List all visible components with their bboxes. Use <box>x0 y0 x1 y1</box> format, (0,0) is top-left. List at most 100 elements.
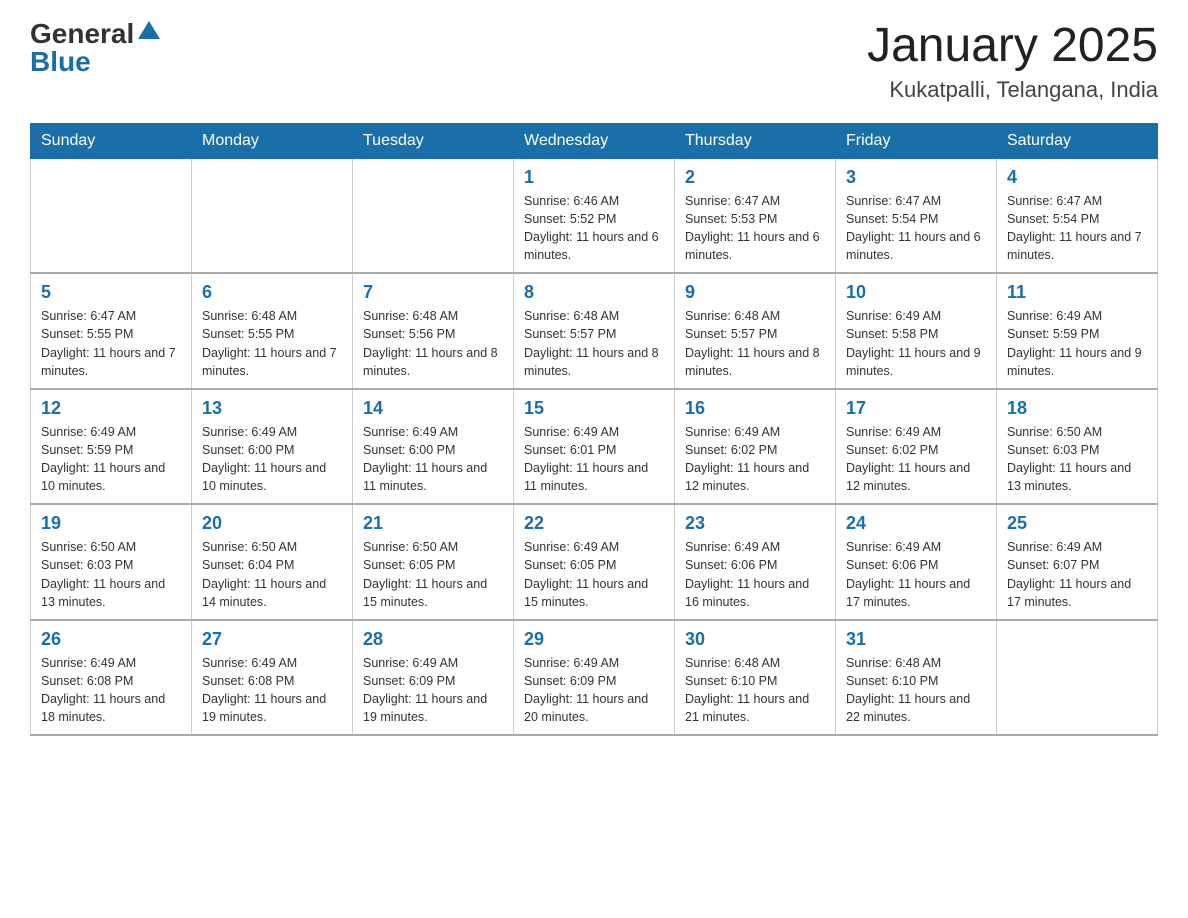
day-number: 8 <box>524 282 664 303</box>
calendar-cell: 4 Sunrise: 6:47 AM Sunset: 5:54 PM Daylig… <box>997 158 1158 273</box>
day-of-week-header: Thursday <box>675 123 836 158</box>
day-number: 25 <box>1007 513 1147 534</box>
calendar-cell <box>192 158 353 273</box>
title-block: January 2025 Kukatpalli, Telangana, Indi… <box>867 20 1158 103</box>
day-info: Sunrise: 6:49 AM Sunset: 5:59 PM Dayligh… <box>41 423 181 496</box>
day-info: Sunrise: 6:47 AM Sunset: 5:54 PM Dayligh… <box>1007 192 1147 265</box>
calendar-cell: 2 Sunrise: 6:47 AM Sunset: 5:53 PM Daylig… <box>675 158 836 273</box>
calendar-cell <box>353 158 514 273</box>
calendar-cell: 13 Sunrise: 6:49 AM Sunset: 6:00 PM Dayli… <box>192 389 353 505</box>
day-info: Sunrise: 6:48 AM Sunset: 6:10 PM Dayligh… <box>685 654 825 727</box>
day-number: 15 <box>524 398 664 419</box>
day-info: Sunrise: 6:49 AM Sunset: 6:07 PM Dayligh… <box>1007 538 1147 611</box>
day-number: 5 <box>41 282 181 303</box>
day-of-week-header: Saturday <box>997 123 1158 158</box>
day-info: Sunrise: 6:47 AM Sunset: 5:55 PM Dayligh… <box>41 307 181 380</box>
logo-general-text: General <box>30 20 134 48</box>
calendar-cell: 8 Sunrise: 6:48 AM Sunset: 5:57 PM Daylig… <box>514 273 675 389</box>
calendar-cell: 29Sunrise: 6:49 AM Sunset: 6:09 PM Dayli… <box>514 620 675 736</box>
day-number: 9 <box>685 282 825 303</box>
day-number: 30 <box>685 629 825 650</box>
calendar-cell: 6 Sunrise: 6:48 AM Sunset: 5:55 PM Daylig… <box>192 273 353 389</box>
calendar-cell: 19 Sunrise: 6:50 AM Sunset: 6:03 PM Dayli… <box>31 504 192 620</box>
day-number: 13 <box>202 398 342 419</box>
day-info: Sunrise: 6:49 AM Sunset: 6:09 PM Dayligh… <box>363 654 503 727</box>
day-info: Sunrise: 6:50 AM Sunset: 6:03 PM Dayligh… <box>41 538 181 611</box>
day-number: 12 <box>41 398 181 419</box>
day-of-week-header: Friday <box>836 123 997 158</box>
month-title: January 2025 <box>867 20 1158 73</box>
day-info: Sunrise: 6:46 AM Sunset: 5:52 PM Dayligh… <box>524 192 664 265</box>
day-number: 2 <box>685 167 825 188</box>
day-number: 7 <box>363 282 503 303</box>
day-info: Sunrise: 6:49 AM Sunset: 6:08 PM Dayligh… <box>41 654 181 727</box>
day-info: Sunrise: 6:49 AM Sunset: 6:01 PM Dayligh… <box>524 423 664 496</box>
calendar-cell: 18 Sunrise: 6:50 AM Sunset: 6:03 PM Dayli… <box>997 389 1158 505</box>
day-number: 4 <box>1007 167 1147 188</box>
day-of-week-header: Monday <box>192 123 353 158</box>
calendar-cell: 15 Sunrise: 6:49 AM Sunset: 6:01 PM Dayli… <box>514 389 675 505</box>
logo-blue-text: Blue <box>30 48 91 76</box>
day-number: 22 <box>524 513 664 534</box>
day-of-week-header: Tuesday <box>353 123 514 158</box>
calendar-cell: 12 Sunrise: 6:49 AM Sunset: 5:59 PM Dayli… <box>31 389 192 505</box>
calendar-cell: 5 Sunrise: 6:47 AM Sunset: 5:55 PM Daylig… <box>31 273 192 389</box>
day-info: Sunrise: 6:50 AM Sunset: 6:05 PM Dayligh… <box>363 538 503 611</box>
calendar-cell: 25 Sunrise: 6:49 AM Sunset: 6:07 PM Dayli… <box>997 504 1158 620</box>
day-number: 18 <box>1007 398 1147 419</box>
calendar-cell: 16 Sunrise: 6:49 AM Sunset: 6:02 PM Dayli… <box>675 389 836 505</box>
day-info: Sunrise: 6:49 AM Sunset: 6:05 PM Dayligh… <box>524 538 664 611</box>
calendar-cell: 21Sunrise: 6:50 AM Sunset: 6:05 PM Dayli… <box>353 504 514 620</box>
calendar-cell: 1 Sunrise: 6:46 AM Sunset: 5:52 PM Daylig… <box>514 158 675 273</box>
day-number: 31 <box>846 629 986 650</box>
calendar-cell: 17 Sunrise: 6:49 AM Sunset: 6:02 PM Dayli… <box>836 389 997 505</box>
day-number: 23 <box>685 513 825 534</box>
day-number: 24 <box>846 513 986 534</box>
day-info: Sunrise: 6:49 AM Sunset: 6:02 PM Dayligh… <box>685 423 825 496</box>
day-number: 19 <box>41 513 181 534</box>
location-title: Kukatpalli, Telangana, India <box>867 77 1158 103</box>
day-info: Sunrise: 6:49 AM Sunset: 6:02 PM Dayligh… <box>846 423 986 496</box>
calendar-cell: 11Sunrise: 6:49 AM Sunset: 5:59 PM Dayli… <box>997 273 1158 389</box>
day-info: Sunrise: 6:50 AM Sunset: 6:04 PM Dayligh… <box>202 538 342 611</box>
day-info: Sunrise: 6:47 AM Sunset: 5:53 PM Dayligh… <box>685 192 825 265</box>
day-info: Sunrise: 6:49 AM Sunset: 6:08 PM Dayligh… <box>202 654 342 727</box>
calendar-cell: 7 Sunrise: 6:48 AM Sunset: 5:56 PM Daylig… <box>353 273 514 389</box>
calendar-cell: 26 Sunrise: 6:49 AM Sunset: 6:08 PM Dayli… <box>31 620 192 736</box>
day-info: Sunrise: 6:49 AM Sunset: 6:00 PM Dayligh… <box>202 423 342 496</box>
day-number: 17 <box>846 398 986 419</box>
calendar-cell: 30 Sunrise: 6:48 AM Sunset: 6:10 PM Dayli… <box>675 620 836 736</box>
day-number: 14 <box>363 398 503 419</box>
calendar-cell: 20Sunrise: 6:50 AM Sunset: 6:04 PM Dayli… <box>192 504 353 620</box>
day-info: Sunrise: 6:48 AM Sunset: 6:10 PM Dayligh… <box>846 654 986 727</box>
calendar-cell: 23 Sunrise: 6:49 AM Sunset: 6:06 PM Dayli… <box>675 504 836 620</box>
day-number: 11 <box>1007 282 1147 303</box>
day-number: 26 <box>41 629 181 650</box>
day-number: 1 <box>524 167 664 188</box>
page-header: General Blue January 2025 Kukatpalli, Te… <box>30 20 1158 103</box>
day-of-week-header: Wednesday <box>514 123 675 158</box>
day-info: Sunrise: 6:48 AM Sunset: 5:57 PM Dayligh… <box>524 307 664 380</box>
day-info: Sunrise: 6:49 AM Sunset: 6:00 PM Dayligh… <box>363 423 503 496</box>
logo: General Blue <box>30 20 160 76</box>
day-number: 3 <box>846 167 986 188</box>
calendar-cell: 14 Sunrise: 6:49 AM Sunset: 6:00 PM Dayli… <box>353 389 514 505</box>
day-info: Sunrise: 6:49 AM Sunset: 6:06 PM Dayligh… <box>685 538 825 611</box>
day-info: Sunrise: 6:48 AM Sunset: 5:56 PM Dayligh… <box>363 307 503 380</box>
calendar-cell <box>997 620 1158 736</box>
day-number: 16 <box>685 398 825 419</box>
day-number: 27 <box>202 629 342 650</box>
day-number: 6 <box>202 282 342 303</box>
logo-triangle-icon <box>138 21 160 39</box>
day-info: Sunrise: 6:48 AM Sunset: 5:55 PM Dayligh… <box>202 307 342 380</box>
calendar-cell: 9 Sunrise: 6:48 AM Sunset: 5:57 PM Daylig… <box>675 273 836 389</box>
day-info: Sunrise: 6:49 AM Sunset: 5:58 PM Dayligh… <box>846 307 986 380</box>
day-info: Sunrise: 6:49 AM Sunset: 6:06 PM Dayligh… <box>846 538 986 611</box>
calendar-table: SundayMondayTuesdayWednesdayThursdayFrid… <box>30 123 1158 737</box>
day-number: 10 <box>846 282 986 303</box>
calendar-cell: 3Sunrise: 6:47 AM Sunset: 5:54 PM Daylig… <box>836 158 997 273</box>
calendar-cell: 10 Sunrise: 6:49 AM Sunset: 5:58 PM Dayli… <box>836 273 997 389</box>
day-info: Sunrise: 6:48 AM Sunset: 5:57 PM Dayligh… <box>685 307 825 380</box>
calendar-cell: 22 Sunrise: 6:49 AM Sunset: 6:05 PM Dayli… <box>514 504 675 620</box>
day-info: Sunrise: 6:50 AM Sunset: 6:03 PM Dayligh… <box>1007 423 1147 496</box>
